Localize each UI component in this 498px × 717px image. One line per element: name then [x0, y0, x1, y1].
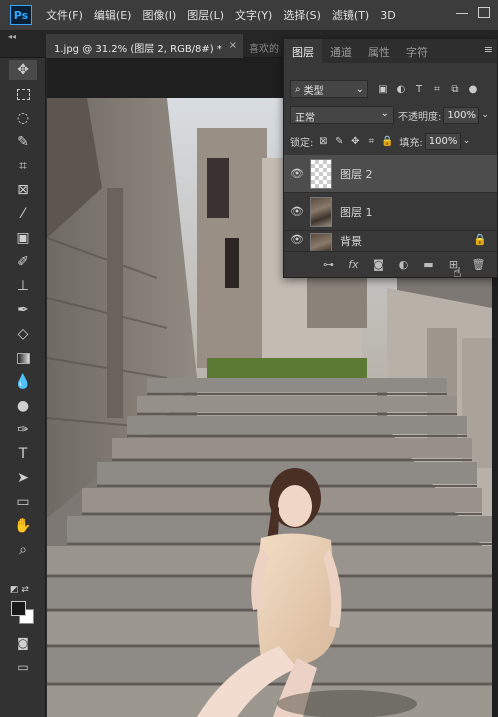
- layers-panel: 图层 通道 属性 字符 ≡ ⌕ 类型 ⌄ ▣ ◐ T ⌗ ⧉ ● 正常 ⌄ 不透…: [283, 38, 498, 278]
- layer-row[interactable]: 👁 图层 2: [284, 155, 497, 193]
- visibility-eye-icon[interactable]: 👁: [284, 205, 310, 218]
- layer-name[interactable]: 图层 2: [340, 166, 373, 182]
- pointer-cursor-icon: ☝: [453, 265, 462, 281]
- lock-label: 锁定:: [290, 137, 314, 149]
- opacity-label: 不透明度:: [398, 111, 442, 123]
- link-layers-icon[interactable]: ⊶: [316, 258, 341, 271]
- search-icon: ⌕: [295, 83, 301, 95]
- crop-icon[interactable]: ⌗: [9, 156, 37, 176]
- layer-thumbnail: [310, 196, 332, 227]
- filter-smart-object-icon[interactable]: ⧉: [446, 84, 464, 95]
- document-tab-second[interactable]: 喜欢的: [249, 40, 279, 55]
- tab-properties[interactable]: 属性: [360, 39, 398, 63]
- filter-type-icon[interactable]: T: [410, 84, 428, 95]
- menu-type[interactable]: 文字(Y): [235, 7, 272, 23]
- move-icon[interactable]: ✥: [9, 60, 37, 80]
- filter-toggle-icon[interactable]: ●: [464, 84, 482, 95]
- menu-file[interactable]: 文件(F): [46, 7, 83, 23]
- menu-edit[interactable]: 编辑(E): [94, 7, 132, 23]
- blend-row: 正常 ⌄ 不透明度: 100% ⌄: [290, 105, 495, 125]
- quick-mask-icon[interactable]: ◙: [9, 633, 37, 653]
- layer-row[interactable]: 👁 图层 1: [284, 193, 497, 231]
- type-icon[interactable]: T: [9, 444, 37, 464]
- layer-filter-row: ⌕ 类型 ⌄ ▣ ◐ T ⌗ ⧉ ●: [290, 79, 493, 99]
- eyedropper-icon[interactable]: ⁄: [9, 204, 37, 224]
- chevron-down-icon: ⌄: [380, 108, 389, 119]
- menu-bar: Ps 文件(F) 编辑(E) 图像(I) 图层(L) 文字(Y) 选择(S) 滤…: [0, 0, 498, 30]
- quick-select-icon[interactable]: ✎: [9, 132, 37, 152]
- layer-name[interactable]: 背景: [340, 233, 362, 249]
- hand-icon[interactable]: ✋: [9, 516, 37, 536]
- fill-label: 填充:: [399, 137, 423, 149]
- menu-3d[interactable]: 3D: [380, 9, 395, 22]
- lasso-icon[interactable]: ◌: [9, 108, 37, 128]
- tab-channels[interactable]: 通道: [322, 39, 360, 63]
- lock-image-icon[interactable]: ✎: [331, 136, 347, 147]
- stamp-icon[interactable]: ⊥: [9, 276, 37, 296]
- filter-adjustment-icon[interactable]: ◐: [392, 84, 410, 95]
- maximize-icon[interactable]: [478, 7, 490, 18]
- visibility-eye-icon[interactable]: 👁: [284, 233, 310, 246]
- lock-transparent-icon[interactable]: ⊠: [315, 136, 331, 147]
- menu-filter[interactable]: 滤镜(T): [332, 7, 369, 23]
- menu-image[interactable]: 图像(I): [142, 7, 176, 23]
- lock-icon: 🔒: [473, 233, 487, 246]
- layer-thumbnail: [310, 158, 332, 189]
- document-tab-title: 1.jpg @ 31.2% (图层 2, RGB/8#) *: [54, 44, 222, 55]
- marquee-icon[interactable]: [9, 84, 37, 104]
- foreground-color-swatch[interactable]: [11, 601, 26, 616]
- blend-mode-value: 正常: [295, 113, 315, 124]
- brush-icon[interactable]: ✐: [9, 252, 37, 272]
- chevron-down-icon: ⌄: [355, 83, 364, 95]
- menu-select[interactable]: 选择(S): [283, 7, 321, 23]
- dodge-icon[interactable]: ●: [9, 396, 37, 416]
- collapse-toolbar-icon[interactable]: ◂◂: [8, 32, 16, 41]
- trash-icon[interactable]: 🗑: [466, 258, 491, 271]
- layer-filter-select[interactable]: ⌕ 类型 ⌄: [290, 80, 368, 98]
- photoshop-logo: Ps: [10, 5, 32, 25]
- chevron-down-icon[interactable]: ⌄: [463, 136, 471, 146]
- gradient-icon[interactable]: [9, 348, 37, 368]
- lock-all-icon[interactable]: 🔒: [379, 136, 395, 147]
- path-select-icon[interactable]: ➤: [9, 468, 37, 488]
- layer-thumbnail: [310, 233, 332, 252]
- blend-mode-select[interactable]: 正常 ⌄: [290, 106, 394, 124]
- layers-panel-footer: ⊶ fx ◙ ◐ ▬ ⊞ 🗑: [284, 251, 497, 277]
- panel-menu-icon[interactable]: ≡: [484, 43, 493, 56]
- eraser-icon[interactable]: ◇: [9, 324, 37, 344]
- lock-position-icon[interactable]: ✥: [347, 136, 363, 147]
- filter-type-label: 类型: [303, 85, 324, 97]
- adjustment-layer-icon[interactable]: ◐: [391, 258, 416, 271]
- blur-icon[interactable]: 💧: [9, 372, 37, 392]
- new-group-icon[interactable]: ▬: [416, 258, 441, 271]
- healing-icon[interactable]: ▣: [9, 228, 37, 248]
- fill-field[interactable]: 100%: [424, 132, 461, 150]
- history-brush-icon[interactable]: ✒: [9, 300, 37, 320]
- shape-icon[interactable]: ▭: [9, 492, 37, 512]
- frame-icon[interactable]: ⊠: [9, 180, 37, 200]
- minimize-icon[interactable]: [456, 13, 468, 14]
- close-tab-icon[interactable]: ×: [229, 40, 237, 51]
- layer-row[interactable]: 👁 背景 🔒: [284, 231, 497, 253]
- pen-icon[interactable]: ✑: [9, 420, 37, 440]
- filter-shape-icon[interactable]: ⌗: [428, 84, 446, 95]
- document-tab-active[interactable]: 1.jpg @ 31.2% (图层 2, RGB/8#) * ×: [46, 34, 243, 58]
- lock-row: 锁定: ⊠ ✎ ✥ ⌗ 🔒 填充: 100% ⌄: [290, 131, 495, 151]
- menu-layer[interactable]: 图层(L): [187, 7, 224, 23]
- opacity-field[interactable]: 100%: [443, 106, 480, 124]
- tools-panel: ✥ ◌ ✎ ⌗ ⊠ ⁄ ▣ ✐ ⊥ ✒ ◇ 💧 ● ✑ T ➤ ▭ ✋ ⌕ ◩ …: [0, 58, 46, 717]
- layer-style-icon[interactable]: fx: [341, 258, 366, 271]
- tab-character[interactable]: 字符: [398, 39, 436, 63]
- lock-artboard-icon[interactable]: ⌗: [363, 136, 379, 147]
- layer-name[interactable]: 图层 1: [340, 204, 373, 220]
- add-mask-icon[interactable]: ◙: [366, 258, 391, 271]
- swap-colors-icon[interactable]: ◩ ⇄: [10, 585, 29, 595]
- filter-pixel-icon[interactable]: ▣: [374, 84, 392, 95]
- tab-layers[interactable]: 图层: [284, 39, 322, 63]
- panel-tab-bar: 图层 通道 属性 字符: [284, 39, 497, 63]
- screen-mode-icon[interactable]: ▭: [9, 657, 37, 677]
- chevron-down-icon[interactable]: ⌄: [481, 110, 489, 120]
- zoom-icon[interactable]: ⌕: [9, 540, 37, 560]
- visibility-eye-icon[interactable]: 👁: [284, 167, 310, 180]
